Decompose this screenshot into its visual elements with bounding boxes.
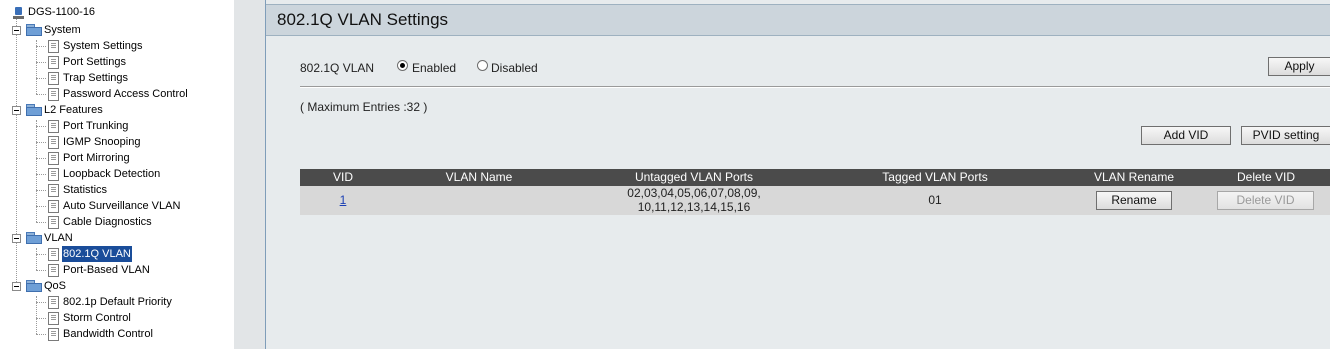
tree-item-label-selected: 802.1Q VLAN: [62, 246, 132, 262]
tree-item-label: System Settings: [63, 40, 143, 52]
tree-group-l2-features[interactable]: L2 Features: [0, 102, 234, 118]
page-icon: [48, 200, 59, 213]
collapse-icon[interactable]: [12, 234, 21, 243]
tree-group-label: QoS: [44, 280, 67, 292]
tree-group-label: L2 Features: [44, 104, 103, 116]
tree-item-loopback-detection[interactable]: Loopback Detection: [0, 166, 234, 182]
vid-link[interactable]: 1: [300, 193, 386, 207]
add-vid-button[interactable]: Add VID: [1141, 126, 1231, 145]
table-header: VID VLAN Name Untagged VLAN Ports Tagged…: [300, 169, 1330, 186]
tree-item-auto-surveillance-vlan[interactable]: Auto Surveillance VLAN: [0, 198, 234, 214]
tree-item-802-1q-vlan[interactable]: 802.1Q VLAN: [0, 246, 234, 262]
vlan-state-label: 802.1Q VLAN: [300, 61, 375, 75]
tree-item-label: Cable Diagnostics: [63, 216, 152, 228]
tree-group-qos[interactable]: QoS: [0, 278, 234, 294]
untagged-ports-line-1: 02,03,04,05,06,07,08,09,: [627, 186, 761, 200]
tree-group-label: VLAN: [44, 232, 73, 244]
column-header-untagged-ports: Untagged VLAN Ports: [634, 170, 754, 184]
tree-item-label: Trap Settings: [63, 72, 129, 84]
tree-group-system[interactable]: System: [0, 22, 234, 38]
device-name: DGS-1100-16: [28, 6, 96, 18]
tree-item-label: IGMP Snooping: [63, 136, 141, 148]
rename-button[interactable]: Rename: [1096, 191, 1172, 210]
tree-item-label: Storm Control: [63, 312, 131, 324]
enabled-radio[interactable]: [397, 60, 408, 71]
tree-item-label: 802.1p Default Priority: [63, 296, 172, 308]
tree-item-password-access-control[interactable]: Password Access Control: [0, 86, 234, 102]
tree-group-label: System: [44, 24, 81, 36]
table-row: 1 02,03,04,05,06,07,08,09, 10,11,12,13,1…: [300, 186, 1330, 215]
tree-item-label: Port Trunking: [63, 120, 129, 132]
title-bar: 802.1Q VLAN Settings: [266, 4, 1330, 36]
frame-divider[interactable]: [234, 0, 265, 349]
tree-item-label: Auto Surveillance VLAN: [63, 200, 181, 212]
page-icon: [48, 312, 59, 325]
folder-open-icon: [26, 24, 42, 36]
page-icon: [48, 168, 59, 181]
switch-icon: [13, 7, 25, 21]
tagged-ports-cell: 01: [928, 193, 942, 207]
tree-item-storm-control[interactable]: Storm Control: [0, 310, 234, 326]
untagged-ports-line-2: 10,11,12,13,14,15,16: [637, 200, 751, 214]
tree-item-label: Port-Based VLAN: [63, 264, 150, 276]
page-icon: [48, 120, 59, 133]
tree-item-label: Loopback Detection: [63, 168, 161, 180]
tree-item-bandwidth-control[interactable]: Bandwidth Control: [0, 326, 234, 342]
page-icon: [48, 216, 59, 229]
disabled-radio[interactable]: [477, 60, 488, 71]
tree-root-device[interactable]: DGS-1100-16: [0, 4, 234, 20]
page-title: 802.1Q VLAN Settings: [277, 10, 449, 29]
divider: [300, 86, 1330, 88]
tree-item-label: Statistics: [63, 184, 108, 196]
tree-item-port-trunking[interactable]: Port Trunking: [0, 118, 234, 134]
tree-item-statistics[interactable]: Statistics: [0, 182, 234, 198]
collapse-icon[interactable]: [12, 26, 21, 35]
apply-button[interactable]: Apply: [1268, 57, 1330, 76]
page-icon: [48, 136, 59, 149]
tree-item-label: Port Settings: [63, 56, 126, 68]
page-icon: [48, 264, 59, 277]
page-icon: [48, 56, 59, 69]
tree-item-cable-diagnostics[interactable]: Cable Diagnostics: [0, 214, 234, 230]
folder-open-icon: [26, 280, 42, 292]
tree-item-port-mirroring[interactable]: Port Mirroring: [0, 150, 234, 166]
column-header-vlan-rename: VLAN Rename: [1093, 170, 1175, 184]
enabled-label: Enabled: [412, 61, 457, 75]
tree-item-label: Password Access Control: [63, 88, 188, 100]
page-icon: [48, 72, 59, 85]
folder-open-icon: [26, 104, 42, 116]
tree-item-label: Port Mirroring: [63, 152, 130, 164]
collapse-icon[interactable]: [12, 282, 21, 291]
page-icon: [48, 184, 59, 197]
page-icon: [48, 328, 59, 341]
page-icon: [48, 88, 59, 101]
tree-item-802-1p-default-priority[interactable]: 802.1p Default Priority: [0, 294, 234, 310]
folder-open-icon: [26, 232, 42, 244]
disabled-label: Disabled: [491, 61, 538, 75]
content-panel: 802.1Q VLAN Settings 802.1Q VLAN Enabled…: [265, 0, 1330, 349]
tree-item-port-based-vlan[interactable]: Port-Based VLAN: [0, 262, 234, 278]
column-header-delete-vid: Delete VID: [1236, 170, 1296, 184]
column-header-vid: VID: [332, 170, 353, 184]
column-header-tagged-ports: Tagged VLAN Ports: [882, 170, 988, 184]
pvid-setting-button[interactable]: PVID setting: [1241, 126, 1330, 145]
page-icon: [48, 296, 59, 309]
tree-item-trap-settings[interactable]: Trap Settings: [0, 70, 234, 86]
tree-item-port-settings[interactable]: Port Settings: [0, 54, 234, 70]
delete-vid-button[interactable]: Delete VID: [1217, 191, 1314, 210]
column-header-vlan-name: VLAN Name: [445, 170, 513, 184]
page-icon: [48, 152, 59, 165]
page-icon: [48, 248, 59, 261]
max-entries-text: ( Maximum Entries :32 ): [300, 100, 428, 114]
tree-group-vlan[interactable]: VLAN: [0, 230, 234, 246]
navigation-tree: DGS-1100-16 System System Settings Port …: [0, 0, 234, 349]
tree-item-igmp-snooping[interactable]: IGMP Snooping: [0, 134, 234, 150]
page-icon: [48, 40, 59, 53]
tree-item-label: Bandwidth Control: [63, 328, 153, 340]
collapse-icon[interactable]: [12, 106, 21, 115]
tree-item-system-settings[interactable]: System Settings: [0, 38, 234, 54]
